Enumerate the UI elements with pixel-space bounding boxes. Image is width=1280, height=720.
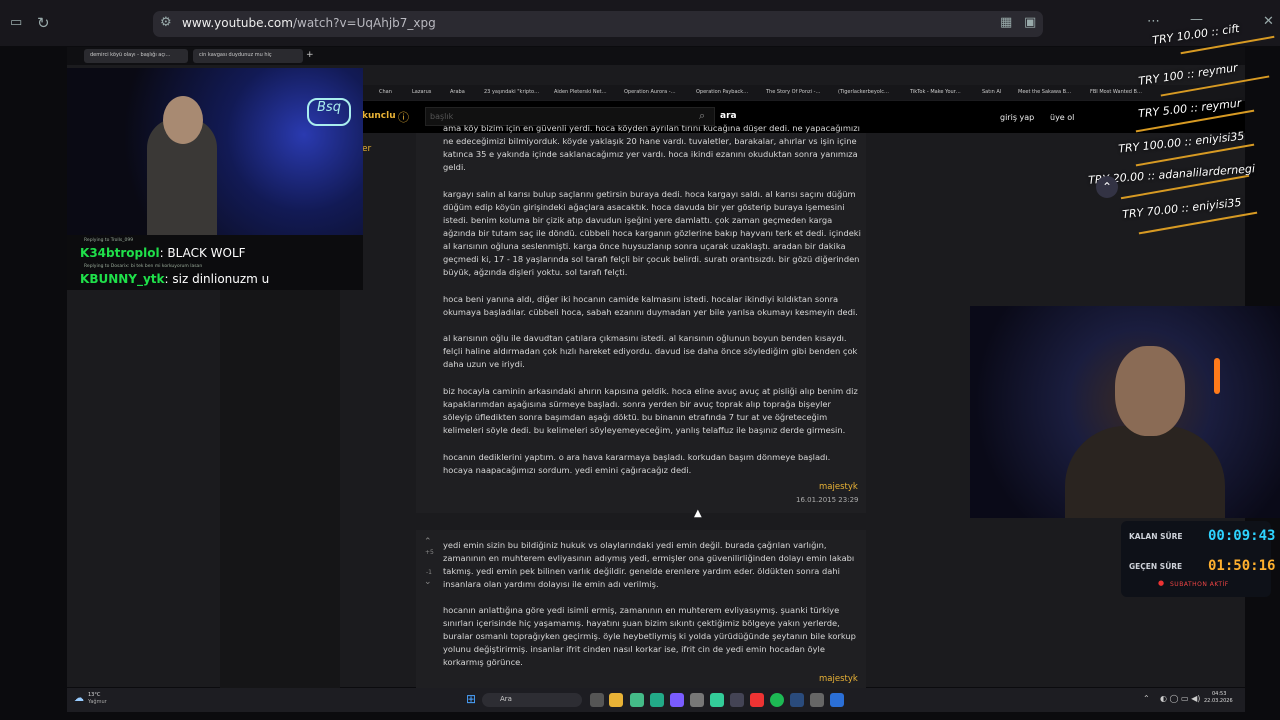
- streamer-webcam: Bsq: [67, 68, 363, 235]
- screen-bottom-edge: [0, 712, 1280, 720]
- scroll-up-icon[interactable]: ⌃: [1096, 176, 1118, 198]
- register-link[interactable]: üye ol: [1050, 113, 1074, 122]
- chat-badge-icon: K: [80, 272, 90, 286]
- person-face: [1115, 346, 1185, 436]
- bookmark[interactable]: Lazarus: [412, 89, 431, 95]
- status-dot-icon: ●: [1158, 579, 1165, 587]
- entry-paragraph: yedi emin sizin bu bildiğiniz hukuk vs o…: [443, 540, 855, 589]
- site-brand[interactable]: kunclu: [362, 111, 396, 121]
- bookmark[interactable]: The Story Of Ponzi -…: [766, 89, 820, 95]
- inner-tab-2[interactable]: cin kavgası duydunuz mu hiç: [193, 49, 303, 63]
- entry-author[interactable]: majestyk: [819, 482, 858, 492]
- app-icon[interactable]: [650, 693, 664, 707]
- new-tab-icon[interactable]: +: [306, 50, 314, 60]
- app-icon[interactable]: [670, 693, 684, 707]
- bookmark[interactable]: FBI Most Wanted B…: [1090, 89, 1142, 95]
- task-view-icon[interactable]: [590, 693, 604, 707]
- subathon-status: SUBATHON AKTİF: [1170, 581, 1229, 588]
- address-text: www.youtube.com/watch?v=UqAhjb7_xpg: [182, 16, 436, 30]
- guest-webcam: [970, 306, 1280, 518]
- windows-start-icon[interactable]: ⊞: [466, 692, 476, 706]
- apps-icon[interactable]: ▦: [1000, 15, 1012, 30]
- app-icon[interactable]: [630, 693, 644, 707]
- close-window-icon[interactable]: ✕: [1263, 14, 1274, 29]
- taskbar-search-label: Ara: [500, 695, 512, 703]
- tray-chevron-icon[interactable]: ⌃: [1143, 694, 1150, 703]
- entry-author[interactable]: majestyk: [819, 674, 858, 684]
- bookmark[interactable]: Meet the Sakawa B…: [1018, 89, 1071, 95]
- app-icon[interactable]: [730, 693, 744, 707]
- weather-desc: Yağmur: [88, 699, 107, 705]
- weather-icon[interactable]: ☁: [74, 693, 84, 704]
- chat-message: KBUNNY_ytk: siz dinlionuzm u: [80, 272, 270, 286]
- entry-paragraph: hoca beni yanına aldı, diğer iki hocanın…: [443, 294, 858, 317]
- bookmark[interactable]: Chan: [379, 89, 392, 95]
- clock-date: 22.03.2026: [1204, 698, 1233, 704]
- elapsed-value: 01:50:16: [1208, 558, 1276, 574]
- entry-paragraph: al karısının oğlu ile davudtan çatılara …: [443, 333, 858, 369]
- orange-light: [1214, 358, 1220, 394]
- steam-icon[interactable]: [790, 693, 804, 707]
- mouse-cursor-icon: ▲: [694, 508, 702, 519]
- tray-icons[interactable]: ◐ ◯ ▭ ◀): [1160, 694, 1200, 703]
- remaining-value: 00:09:43: [1208, 528, 1276, 544]
- vote-up-count: +5: [425, 549, 434, 556]
- bookmark[interactable]: 23 yaşındaki "kripto…: [484, 89, 539, 95]
- bookmark[interactable]: Satın Al: [982, 89, 1001, 95]
- bookmark[interactable]: Operation Aurora -…: [624, 89, 676, 95]
- entry-paragraph: hocanın anlattığına göre yedi isimli erm…: [443, 605, 856, 667]
- site-info-icon[interactable]: ⚙: [160, 15, 172, 30]
- person-face: [163, 96, 203, 144]
- site-search-button[interactable]: ara: [720, 111, 737, 121]
- more-menu-icon[interactable]: ⋯: [1147, 14, 1160, 29]
- clock-time: 04:53: [1212, 691, 1227, 697]
- app-icon[interactable]: [690, 693, 704, 707]
- left-column-text[interactable]: er: [362, 144, 371, 154]
- chat-badge-icon: K: [80, 246, 90, 260]
- upvote-icon[interactable]: ⌃: [424, 537, 432, 547]
- remaining-label: KALAN SÜRE: [1129, 532, 1183, 541]
- entry-paragraph: kargayı salın al karısı bulup saçlarını …: [443, 189, 861, 277]
- bookmark[interactable]: Operation Payback…: [696, 89, 748, 95]
- app-icon[interactable]: [830, 693, 844, 707]
- bookmark[interactable]: TikTok - Make Your…: [910, 89, 961, 95]
- search-icon[interactable]: ⌕: [699, 109, 705, 123]
- site-search-placeholder: başlık: [430, 112, 454, 121]
- login-link[interactable]: giriş yap: [1000, 113, 1034, 122]
- bookmark[interactable]: (Tigerlackerbeyolc…: [838, 89, 889, 95]
- chat-reply-note: Replying to Dosarix: bi tek ben mi korku…: [84, 264, 203, 269]
- neon-sign: Bsq: [307, 98, 351, 126]
- bookmark[interactable]: Aiden Pleterski Net…: [554, 89, 607, 95]
- app-icon[interactable]: [810, 693, 824, 707]
- entry-paragraph: ama köy bizim için en güvenli yerdi. hoc…: [443, 123, 860, 172]
- chat-reply-note: Replying to Trolls_099: [84, 238, 134, 243]
- elapsed-label: GEÇEN SÜRE: [1129, 562, 1183, 571]
- entry-paragraph: hocanın dediklerini yaptım. o ara hava k…: [443, 452, 831, 475]
- person-silhouette: [1065, 426, 1225, 518]
- inner-tab-1[interactable]: demirci köyü olayı - başlığı açı…: [84, 49, 188, 63]
- downvote-icon[interactable]: ⌄: [424, 577, 432, 587]
- minimize-icon[interactable]: —: [1190, 12, 1203, 27]
- taskbar-search[interactable]: [482, 693, 582, 707]
- entry-paragraph: biz hocayla caminin arkasındaki ahırın k…: [443, 386, 858, 435]
- vote-down-count: -1: [426, 569, 432, 576]
- reload-icon[interactable]: ↻: [37, 14, 50, 32]
- weather-temp: 13°C: [88, 692, 101, 698]
- chrome-icon[interactable]: [710, 693, 724, 707]
- file-explorer-icon[interactable]: [609, 693, 623, 707]
- sidebar-toggle-icon[interactable]: ▭: [10, 15, 22, 30]
- app-icon[interactable]: [750, 693, 764, 707]
- spotify-icon[interactable]: [770, 693, 784, 707]
- bookmark[interactable]: Araba: [450, 89, 465, 95]
- info-icon[interactable]: ⓘ: [398, 109, 409, 125]
- entry-date[interactable]: 16.01.2015 23:29: [796, 496, 858, 504]
- tab-search-icon[interactable]: ▣: [1024, 15, 1036, 30]
- chat-message: K34btroplol: BLACK WOLF: [80, 246, 246, 260]
